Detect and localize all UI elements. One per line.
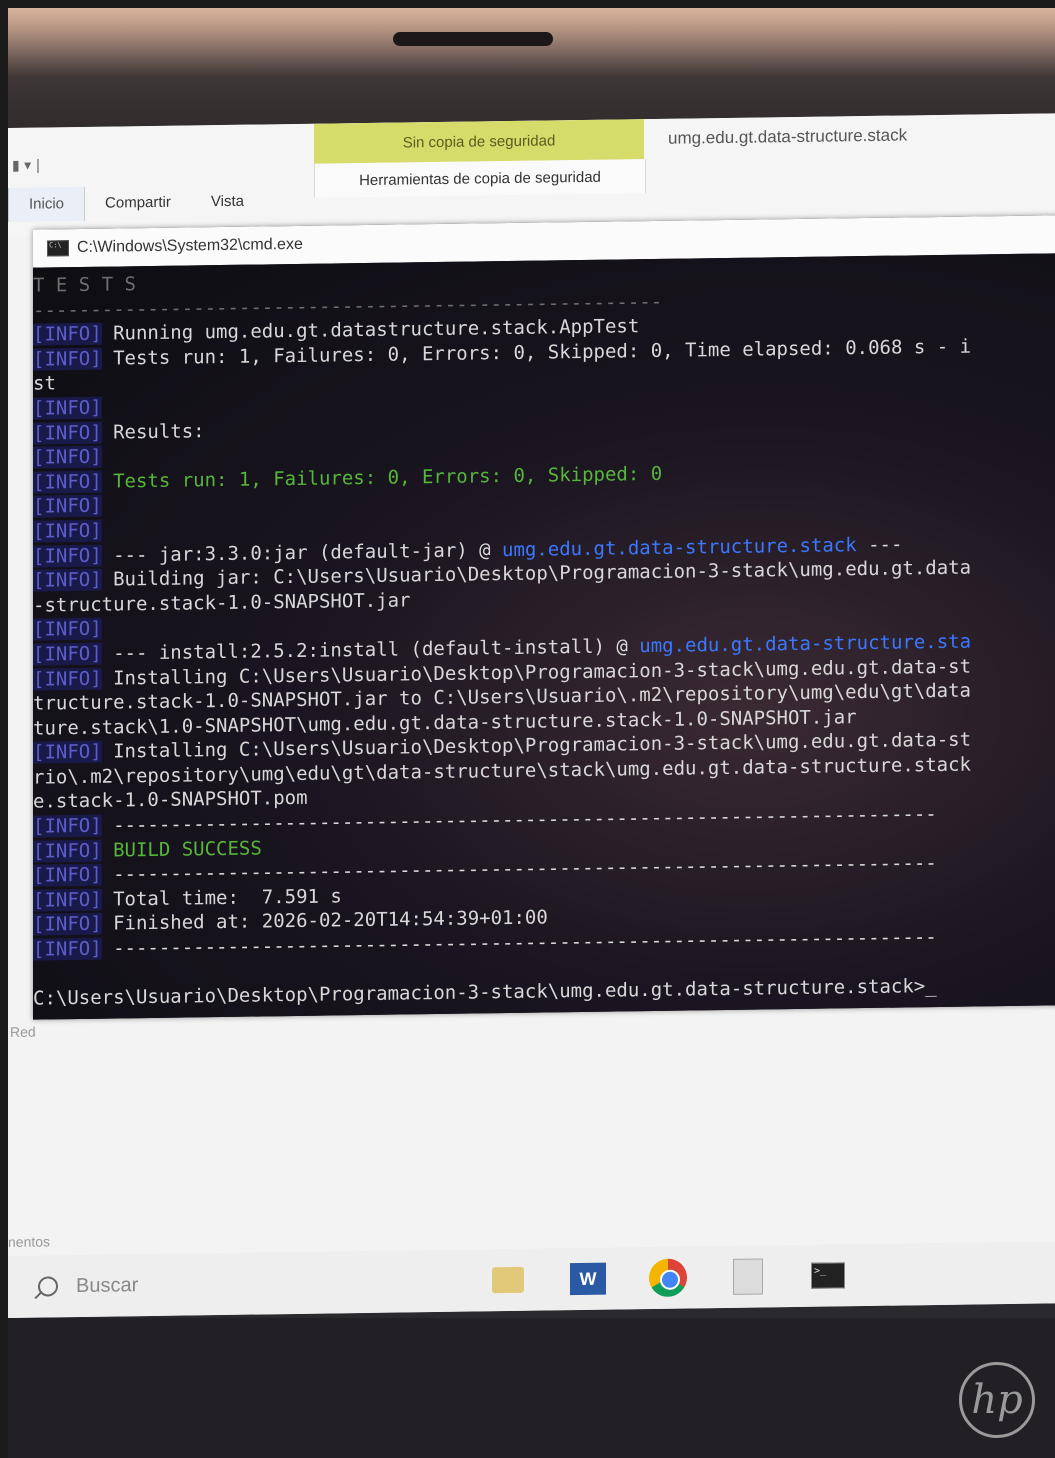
log-text: T E S T S — [33, 273, 136, 297]
tab-compartir[interactable]: Compartir — [85, 185, 191, 220]
cmd-window[interactable]: C:\Windows\System32\cmd.exe T E S T S---… — [33, 215, 1055, 1020]
screen: ▮ ▾ | Sin copia de seguridad Herramienta… — [8, 113, 1055, 1319]
log-level-tag: [INFO] — [33, 740, 102, 764]
log-level-tag: [INFO] — [33, 814, 102, 838]
search-icon — [38, 1276, 58, 1297]
log-level-tag: [INFO] — [33, 470, 102, 494]
taskbar-file-explorer[interactable] — [488, 1260, 528, 1301]
log-text: st — [33, 372, 56, 396]
taskbar-word[interactable]: W — [568, 1259, 608, 1300]
quick-access-toolbar[interactable]: ▮ ▾ | — [12, 158, 40, 174]
log-level-tag: [INFO] — [33, 544, 102, 568]
artifact-id: umg.edu.gt.data-structure.sta — [639, 630, 972, 658]
context-tab-header: Sin copia de seguridad — [314, 119, 644, 164]
cmd-app-icon — [47, 240, 69, 257]
log-text: Results: — [113, 419, 205, 444]
taskbar: Buscar W >_ — [8, 1241, 1055, 1318]
taskbar-notepad[interactable] — [728, 1256, 768, 1297]
console-output[interactable]: T E S T S -------------------------------… — [33, 253, 1055, 1020]
webcam — [393, 32, 553, 46]
laptop-bezel-bottom: hp — [8, 1318, 1055, 1458]
tab-vista[interactable]: Vista — [191, 184, 264, 219]
log-level-tag: [INFO] — [33, 495, 102, 518]
terminal-icon: >_ — [811, 1262, 845, 1289]
search-placeholder: Buscar — [76, 1273, 139, 1297]
log-text: e.stack-1.0-SNAPSHOT.pom — [33, 787, 308, 814]
word-icon: W — [570, 1262, 606, 1296]
artifact-id: umg.edu.gt.data-structure.stack — [502, 533, 857, 561]
log-level-tag: [INFO] — [33, 396, 102, 420]
log-level-tag: [INFO] — [33, 888, 102, 912]
log-text: -structure.stack-1.0-SNAPSHOT.jar — [33, 589, 411, 617]
log-text: Total time: 7.591 s — [113, 885, 342, 911]
log-level-tag: [INFO] — [33, 863, 102, 887]
desktop-side-label-nentos: nentos — [8, 1233, 51, 1250]
context-tab[interactable]: Herramientas de copia de seguridad — [314, 159, 646, 198]
log-level-tag: [INFO] — [33, 568, 102, 592]
notepad-icon — [733, 1258, 763, 1295]
explorer-window-title: umg.edu.gt.data-structure.stack — [668, 125, 908, 148]
text-cursor: _ — [925, 975, 937, 998]
chrome-icon — [649, 1258, 687, 1298]
photo-frame: ▮ ▾ | Sin copia de seguridad Herramienta… — [8, 8, 1055, 1458]
tab-inicio[interactable]: Inicio — [8, 186, 86, 222]
log-level-tag: [INFO] — [33, 913, 102, 937]
desktop-side-label-red: Red — [10, 1023, 36, 1040]
log-level-tag: [INFO] — [33, 839, 102, 863]
log-level-tag: [INFO] — [33, 937, 102, 961]
taskbar-cmd[interactable]: >_ — [808, 1255, 848, 1296]
ribbon-tabs: Inicio Compartir Vista — [8, 184, 264, 222]
log-level-tag: [INFO] — [33, 347, 102, 371]
log-level-tag: [INFO] — [33, 519, 102, 543]
taskbar-search[interactable]: Buscar — [38, 1270, 418, 1298]
folder-icon — [492, 1266, 524, 1294]
log-level-tag: [INFO] — [33, 667, 102, 691]
log-text: BUILD SUCCESS — [113, 837, 262, 862]
log-level-tag: [INFO] — [33, 322, 102, 346]
log-level-tag: [INFO] — [33, 618, 102, 641]
log-level-tag: [INFO] — [33, 421, 102, 445]
log-level-tag: [INFO] — [33, 642, 102, 666]
cmd-window-title: C:\Windows\System32\cmd.exe — [77, 235, 303, 257]
log-level-tag: [INFO] — [33, 445, 102, 469]
hp-logo: hp — [959, 1362, 1035, 1438]
taskbar-chrome[interactable] — [648, 1258, 688, 1299]
taskbar-apps: W >_ — [488, 1255, 848, 1300]
